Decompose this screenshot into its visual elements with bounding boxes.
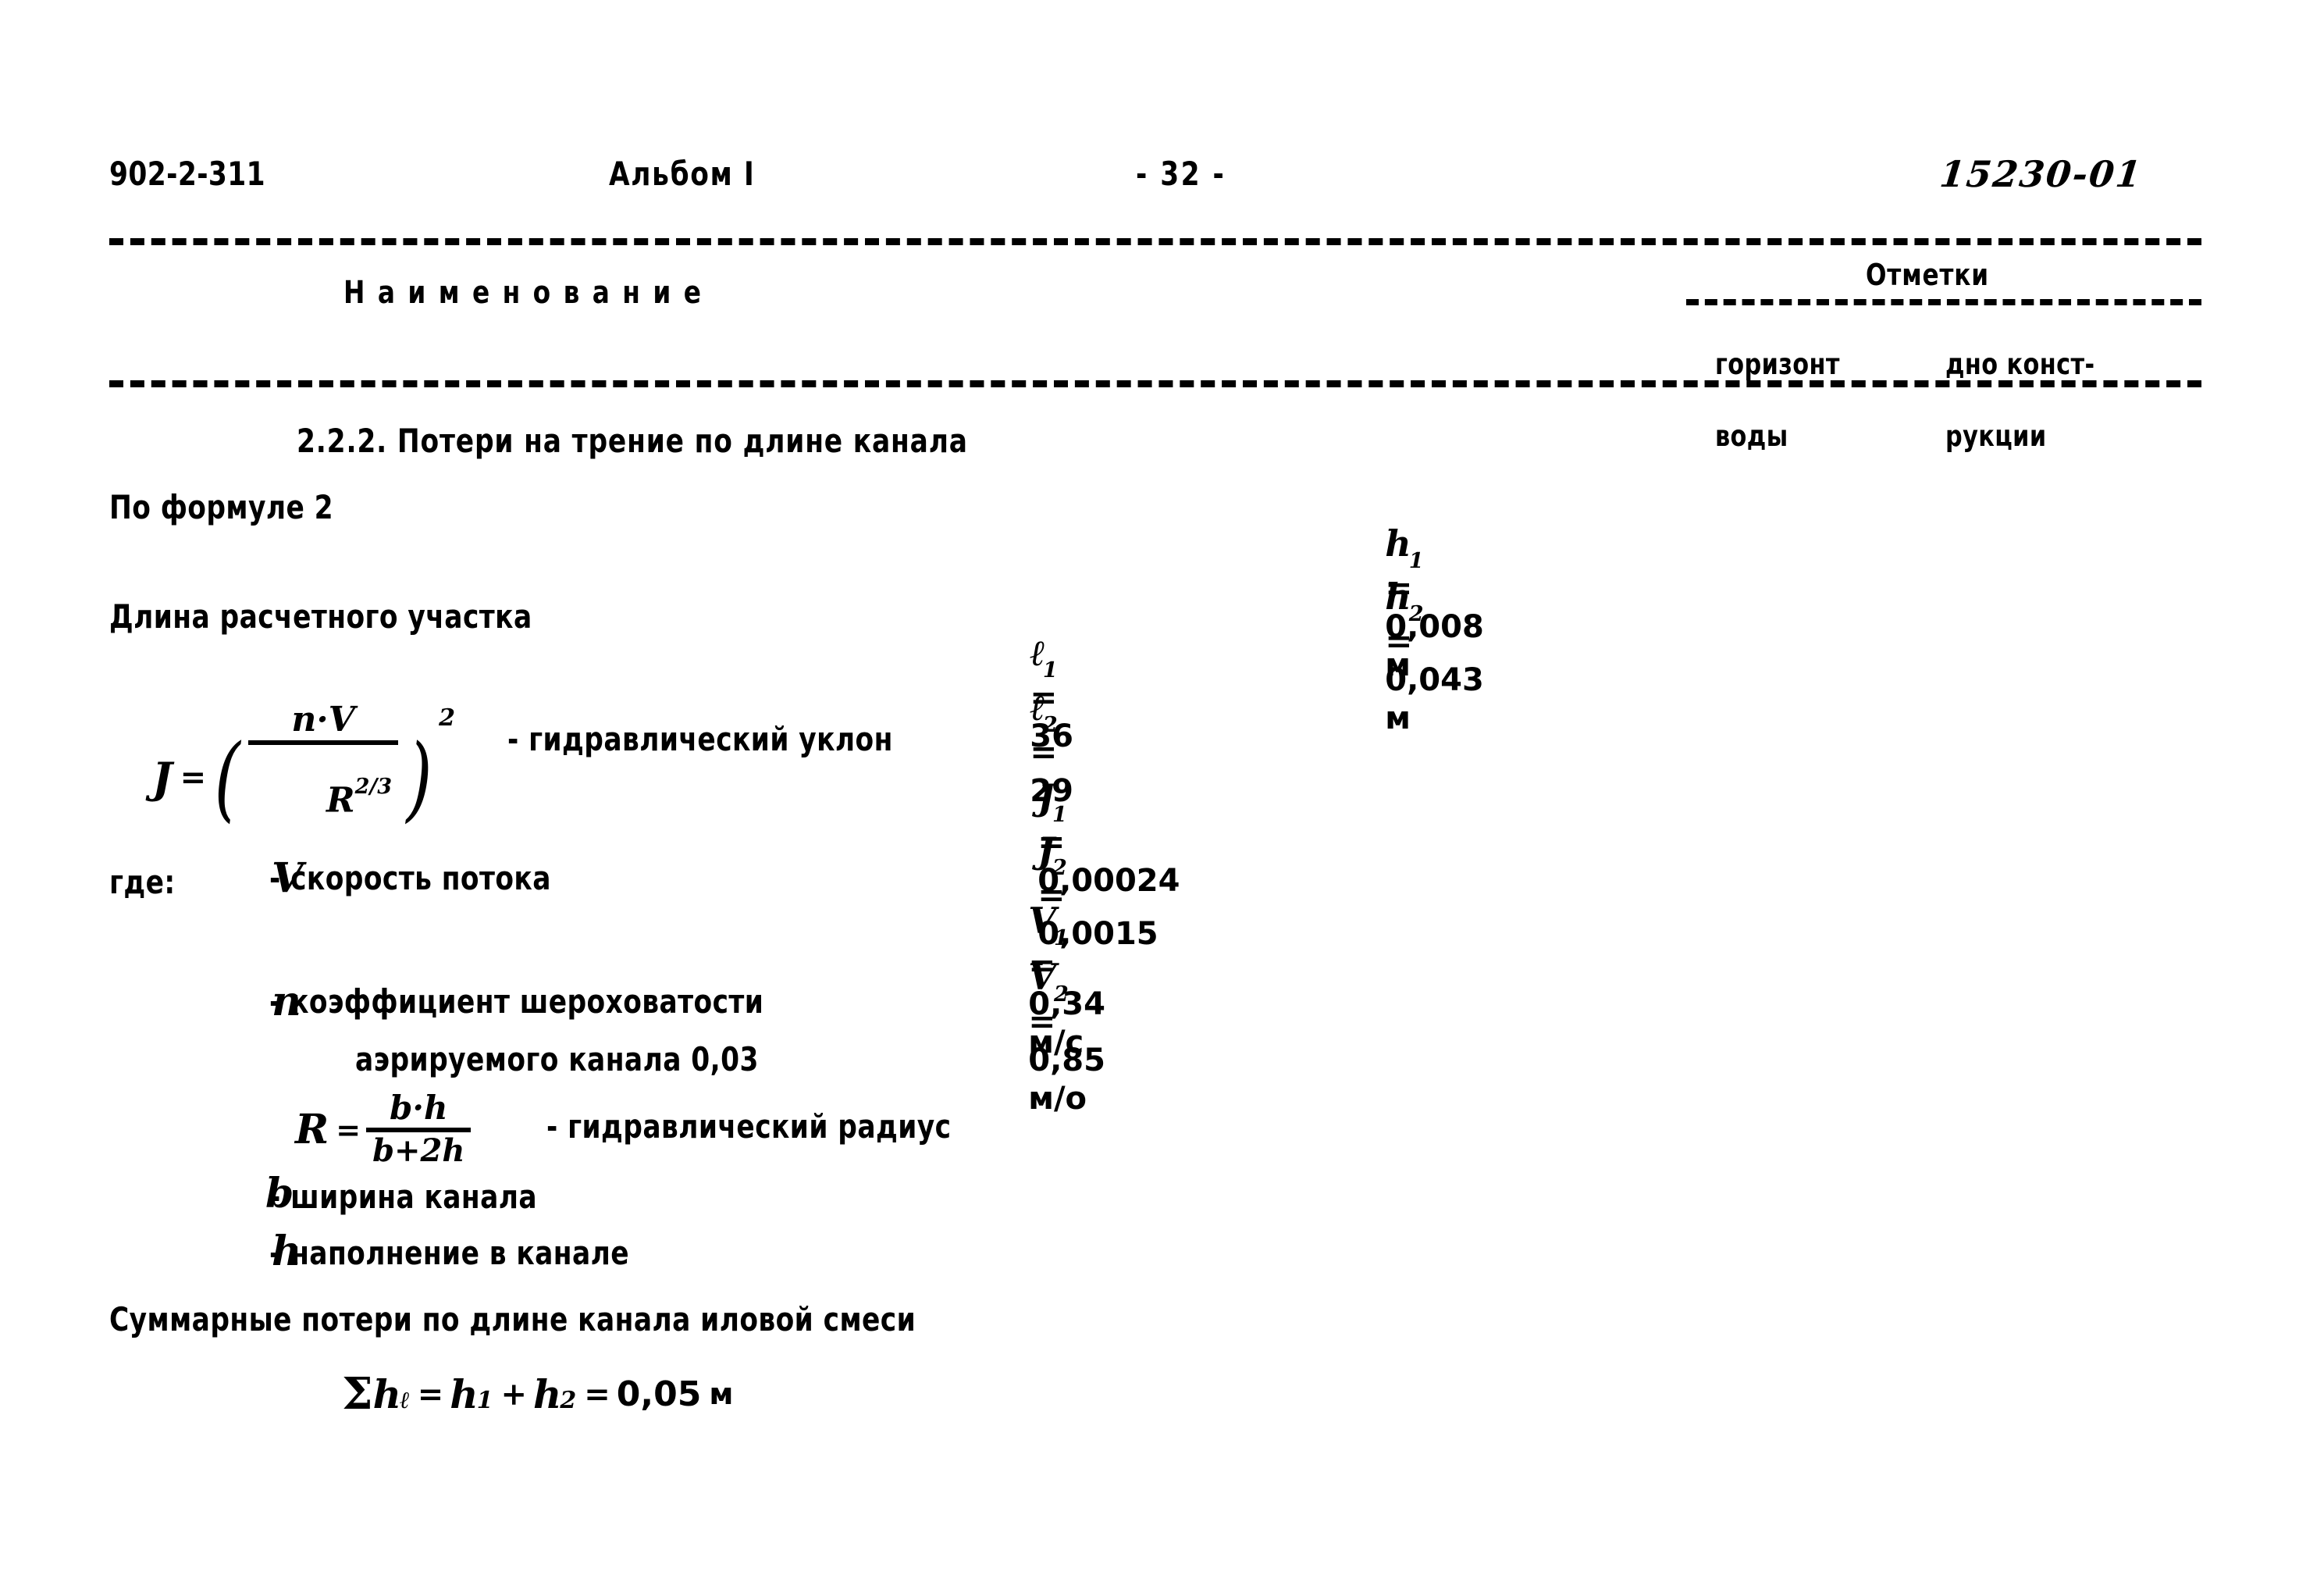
formula-j-fraction: n·V R2/3: [248, 700, 399, 853]
formula-j-equals: =: [180, 759, 207, 797]
formula-sum-h: h: [372, 1370, 401, 1417]
formula-sum-term2: h: [533, 1370, 562, 1417]
sheet-number: 15230-01: [1938, 153, 2144, 195]
column-header-structure-bottom-line2: рукции: [1945, 419, 2047, 453]
formula-j-lhs: J: [152, 752, 173, 803]
hydraulic-slope-formula: J = ( n·V R2/3 ) 2: [152, 700, 455, 853]
table-rule-bottom: [109, 380, 2201, 387]
column-header-water-level-line1: горизонт: [1714, 347, 1840, 381]
formula-r-equals: =: [336, 1111, 361, 1147]
roughness-description-line2: аэрируемого канала 0,03: [355, 1040, 759, 1078]
formula-sum-unit: м: [709, 1377, 734, 1411]
value-v2: V2 = 0,85 м/о: [1005, 918, 1105, 1117]
value-h2-number: 0,043: [1385, 662, 1484, 699]
sigma-symbol: Σ: [342, 1368, 373, 1420]
column-header-name: Наименование: [343, 275, 714, 311]
width-description: - ширина канала: [269, 1178, 538, 1216]
formula-r-lhs: R: [295, 1105, 329, 1153]
value-h2-symbol: h: [1385, 576, 1411, 618]
velocity-description: - скорость потока: [269, 859, 551, 897]
value-v2-number: 0,85: [1028, 1042, 1105, 1079]
column-header-structure-bottom: дно конст- рукции: [1928, 311, 2094, 454]
formula-j-denominator-base: R: [326, 780, 355, 821]
hydraulic-radius-formula: R = b·h b+2h: [295, 1092, 474, 1167]
roughness-description-line1: - коэффициент шероховатости: [269, 982, 764, 1021]
depth-description: - наполнение в канале: [269, 1234, 630, 1272]
value-h2-subscript: 2: [1408, 602, 1424, 627]
value-h2: h2 = 0,043 м: [1362, 537, 1484, 736]
formula-j-numerator: n·V: [291, 700, 355, 740]
formula-r-fraction: b·h b+2h: [366, 1089, 472, 1169]
page-number: - 32 -: [1136, 155, 1226, 193]
formula-sum-term1: h: [450, 1370, 479, 1417]
right-paren-glyph: ): [406, 723, 432, 832]
formula-r-numerator: b·h: [390, 1089, 448, 1127]
value-l2-subscript: 2: [1042, 713, 1058, 738]
total-losses-label: Суммарные потери по длине канала иловой …: [109, 1300, 916, 1338]
hydraulic-slope-caption: - гидравлический уклон: [507, 720, 893, 758]
segment-length-label: Длина расчетного участка: [109, 597, 532, 636]
formula-sum-equals-2: =: [584, 1375, 610, 1413]
formula-r-denominator: b+2h: [372, 1132, 465, 1169]
formula-sum-equals-1: =: [417, 1375, 444, 1413]
formula-sum-term1-subscript: 1: [476, 1386, 493, 1414]
table-rule-top: [109, 238, 2201, 245]
formula-sum-value: 0,05: [616, 1374, 702, 1414]
column-header-structure-bottom-line1: дно конст-: [1945, 347, 2095, 381]
marks-group-rule: [1686, 299, 2201, 305]
by-formula-label: По формуле 2: [109, 488, 334, 526]
formula-sum-h-subscript: ℓ: [399, 1386, 410, 1414]
value-v2-subscript: 2: [1053, 982, 1069, 1007]
document-code: 902-2-311: [109, 155, 266, 193]
column-header-water-level-line2: воды: [1714, 419, 1788, 453]
album-title: Альбом I: [609, 155, 756, 193]
left-paren-glyph: (: [214, 723, 240, 832]
formula-sum-term2-subscript: 2: [560, 1386, 577, 1414]
value-h2-equals: =: [1385, 622, 1413, 661]
section-title: 2.2.2. Потери на трение по длине канала: [297, 422, 968, 460]
fraction-bar: [248, 740, 399, 745]
total-losses-formula: Σhℓ = h 1 + h 2 = 0,05 м: [342, 1368, 733, 1420]
value-h2-unit: м: [1385, 700, 1411, 737]
hydraulic-radius-caption: - гидравлический радиус: [546, 1107, 952, 1146]
where-label: где:: [109, 863, 176, 901]
formula-j-outer-exponent: 2: [439, 704, 455, 732]
column-header-marks-group: Отметки: [1866, 258, 1989, 292]
formula-j-denominator: R2/3: [248, 748, 398, 853]
value-v2-unit: м/о: [1028, 1081, 1087, 1117]
column-header-water-level: горизонт воды: [1698, 311, 1840, 454]
formula-j-denominator-exponent: 2/3: [354, 775, 393, 799]
value-v2-symbol: V: [1028, 956, 1056, 998]
value-v2-equals: =: [1028, 1002, 1056, 1041]
formula-sum-plus: +: [500, 1375, 528, 1413]
